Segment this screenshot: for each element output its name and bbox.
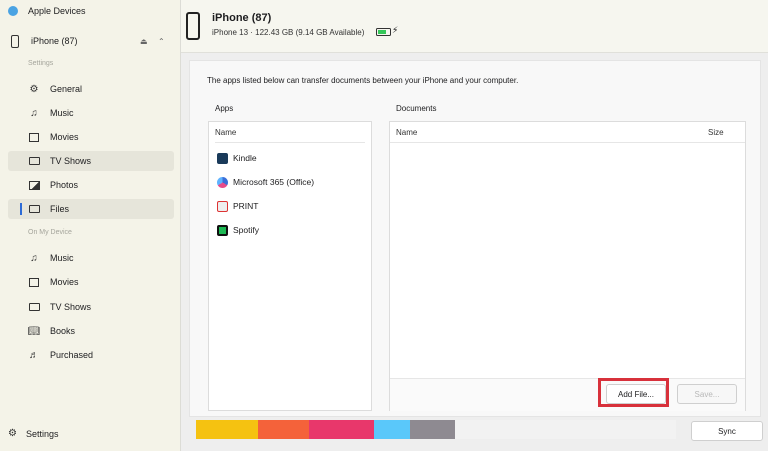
app-name: Kindle <box>233 153 257 163</box>
storage-segment <box>258 420 309 439</box>
music-note-icon: ♫ <box>30 252 38 264</box>
apple-devices-window: Apple Devices iPhone (87) ⏏ ⌃ Settings ⚙… <box>0 0 768 451</box>
eject-icon[interactable]: ⏏ <box>140 37 148 46</box>
documents-name-column-header[interactable]: Name <box>396 122 417 142</box>
sidebar-footer-settings[interactable]: ⚙ Settings <box>8 428 59 439</box>
documents-size-column-header[interactable]: Size <box>708 122 724 142</box>
battery-icon <box>376 28 391 36</box>
device-large-icon <box>186 12 200 40</box>
photo-icon <box>28 179 40 191</box>
storage-segment <box>308 420 374 439</box>
sidebar-item-movies[interactable]: Movies <box>8 127 174 147</box>
list-item-print[interactable]: PRINT <box>217 197 259 215</box>
list-item-kindle[interactable]: Kindle <box>217 149 257 167</box>
purchased-icon: ♬ <box>29 349 39 361</box>
storage-segment <box>409 420 456 439</box>
footer-settings-label: Settings <box>25 428 59 439</box>
sidebar-item-tv-shows[interactable]: TV Shows <box>8 151 174 171</box>
spotify-app-icon <box>217 224 228 236</box>
documents-list: Name Size <box>389 121 746 411</box>
sidebar-item-label: TV Shows <box>50 156 92 166</box>
sidebar-device-row[interactable]: iPhone (87) ⏏ ⌃ <box>8 32 174 50</box>
sidebar-item-music[interactable]: ♫ Music <box>8 103 174 123</box>
film-icon <box>28 131 40 143</box>
music-note-icon: ♫ <box>30 107 38 119</box>
documents-heading: Documents <box>396 104 437 113</box>
sidebar: Apple Devices iPhone (87) ⏏ ⌃ Settings ⚙… <box>0 0 181 451</box>
main-area: iPhone (87) iPhone 13 · 122.43 GB (9.14 … <box>181 0 768 451</box>
sidebar-item-label: Music <box>50 253 74 263</box>
device-title: iPhone (87) <box>212 12 272 24</box>
device-info: iPhone 13 · 122.43 GB (9.14 GB Available… <box>212 28 365 37</box>
selection-indicator <box>20 203 22 215</box>
sidebar-item-label: General <box>50 84 83 94</box>
sidebar-item-label: Movies <box>50 132 79 142</box>
book-icon: 📖︎ <box>27 325 41 337</box>
list-item-microsoft-365[interactable]: Microsoft 365 (Office) <box>217 173 314 191</box>
phone-icon <box>11 34 19 48</box>
app-title: Apple Devices <box>28 6 86 16</box>
tv-icon <box>28 155 40 167</box>
sidebar-item-label: Movies <box>50 277 79 287</box>
tv-icon <box>28 301 40 313</box>
list-item-spotify[interactable]: Spotify <box>217 221 259 239</box>
device-header: iPhone (87) iPhone 13 · 122.43 GB (9.14 … <box>181 0 768 53</box>
sidebar-device-name: iPhone (87) <box>31 36 78 46</box>
sidebar-item-label: Files <box>50 204 70 214</box>
microsoft-365-app-icon <box>217 176 228 188</box>
sidebar-item-device-music[interactable]: ♫ Music <box>8 248 174 268</box>
sidebar-item-device-purchased[interactable]: ♬ Purchased <box>8 345 174 365</box>
charging-bolt-icon: ⚡︎ <box>392 25 399 35</box>
app-title-row: Apple Devices <box>8 6 86 16</box>
app-name: Spotify <box>233 225 259 235</box>
sidebar-item-label: Music <box>50 108 74 118</box>
sidebar-item-label: Books <box>50 326 76 336</box>
sidebar-item-label: TV Shows <box>50 302 92 312</box>
files-content: The apps listed below can transfer docum… <box>189 60 761 417</box>
on-my-device-heading: On My Device <box>28 229 72 236</box>
chevron-up-icon[interactable]: ⌃ <box>158 37 165 46</box>
sidebar-item-device-tv-shows[interactable]: TV Shows <box>8 297 174 317</box>
app-name: Microsoft 365 (Office) <box>233 177 315 187</box>
apps-heading: Apps <box>215 104 234 113</box>
save-button[interactable]: Save... <box>677 384 737 404</box>
sync-button[interactable]: Sync <box>691 421 763 441</box>
storage-bar <box>196 420 676 439</box>
storage-segment <box>373 420 410 439</box>
apps-name-column-header[interactable]: Name <box>215 122 365 143</box>
film-icon <box>28 276 40 288</box>
sidebar-item-files[interactable]: Files <box>8 199 174 219</box>
documents-header-row: Name Size <box>390 122 745 143</box>
gear-icon: ⚙ <box>8 428 17 439</box>
folder-icon <box>28 203 40 215</box>
description-text: The apps listed below can transfer docum… <box>207 76 519 85</box>
column-label: Name <box>215 127 237 137</box>
storage-segment <box>196 420 259 439</box>
sidebar-item-device-movies[interactable]: Movies <box>8 272 174 292</box>
apple-devices-icon <box>8 6 18 16</box>
kindle-app-icon <box>217 152 228 164</box>
add-file-highlight <box>598 378 669 407</box>
sidebar-item-device-books[interactable]: 📖︎ Books <box>8 321 174 341</box>
apps-list: Name Kindle Microsoft 365 (Office) PRINT… <box>208 121 372 411</box>
app-name: PRINT <box>233 201 259 211</box>
print-app-icon <box>217 200 228 212</box>
sidebar-item-general[interactable]: ⚙ General <box>8 79 174 99</box>
sidebar-item-photos[interactable]: Photos <box>8 175 174 195</box>
sidebar-item-label: Purchased <box>50 350 94 360</box>
settings-heading: Settings <box>28 60 54 67</box>
gear-icon: ⚙ <box>29 83 39 95</box>
sidebar-item-label: Photos <box>50 180 79 190</box>
